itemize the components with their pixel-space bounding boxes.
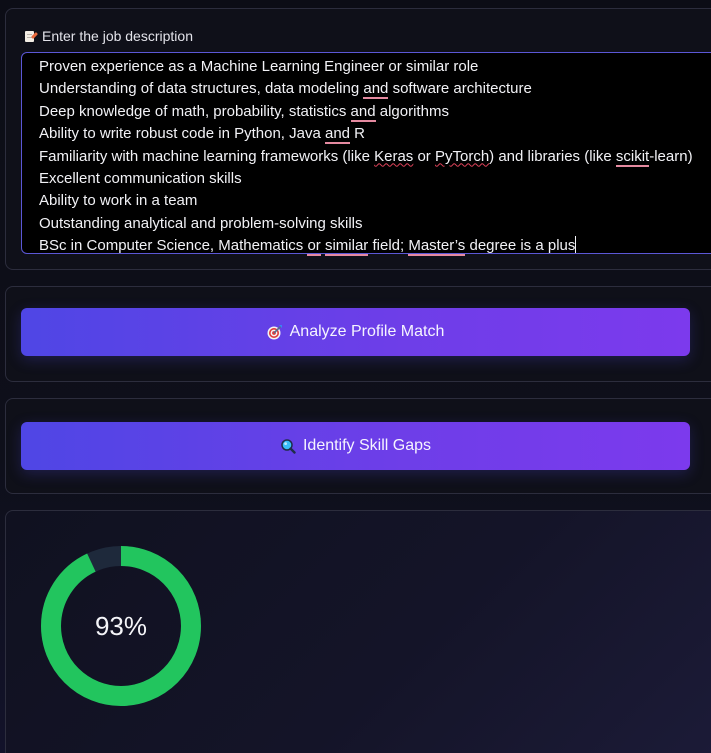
analyze-profile-match-label: Analyze Profile Match (289, 323, 445, 340)
jd-line: Ability to work in a team (39, 192, 198, 210)
identify-skill-gaps-button[interactable]: Identify Skill Gaps (21, 422, 690, 470)
magnifier-icon (280, 438, 296, 454)
jd-line: Understanding of data structures, data m… (39, 80, 532, 100)
job-description-label-text: Enter the job description (42, 28, 193, 44)
jd-line: Outstanding analytical and problem-solvi… (39, 214, 363, 232)
skill-gaps-panel: Identify Skill Gaps (5, 398, 711, 494)
text-caret (575, 236, 577, 254)
target-icon (267, 324, 283, 340)
analyze-profile-match-button[interactable]: Analyze Profile Match (21, 308, 690, 356)
job-description-panel: Enter the job description Proven experie… (5, 8, 711, 270)
analyze-panel: Analyze Profile Match (5, 286, 711, 382)
jd-line: Excellent communication skills (39, 170, 242, 188)
identify-skill-gaps-label: Identify Skill Gaps (302, 437, 432, 454)
app-page: Enter the job description Proven experie… (0, 0, 711, 753)
match-score-value: 93% (94, 610, 148, 641)
jd-line: Proven experience as a Machine Learning … (39, 58, 479, 75)
jd-line: Deep knowledge of math, probability, sta… (39, 102, 449, 122)
match-score-gauge: 93% (36, 541, 206, 711)
jd-line: Ability to write robust code in Python, … (39, 125, 366, 145)
jd-line: BSc in Computer Science, Mathematics or … (39, 236, 577, 257)
memo-icon (25, 30, 39, 43)
job-description-textarea[interactable]: Proven experience as a Machine Learning … (21, 52, 711, 257)
jd-line: Familiarity with machine learning framew… (39, 147, 693, 167)
job-description-label: Enter the job description (25, 28, 193, 44)
match-score-panel: 93% (5, 510, 711, 753)
